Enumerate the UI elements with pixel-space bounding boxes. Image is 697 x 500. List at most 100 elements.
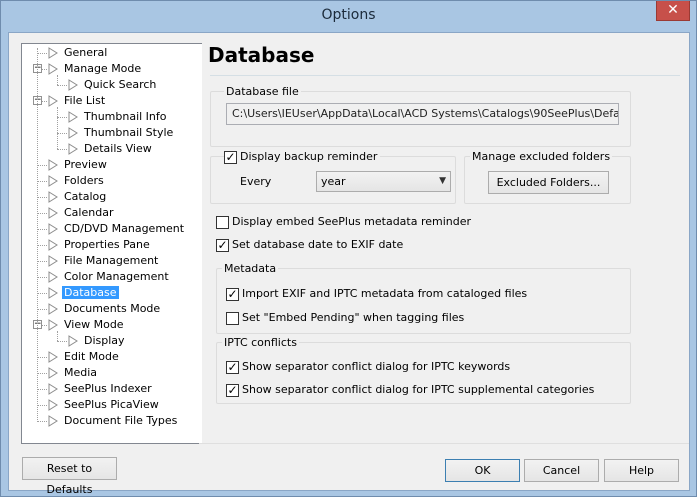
checkbox-label: Set database date to EXIF date bbox=[232, 238, 404, 251]
tree-connector bbox=[57, 341, 67, 342]
tree-item[interactable]: Color Management bbox=[48, 269, 171, 285]
tree-node-icon bbox=[48, 239, 58, 251]
tree-item[interactable]: Properties Pane bbox=[48, 237, 152, 253]
tree-item[interactable]: File Management bbox=[48, 253, 160, 269]
checkbox-label: Set "Embed Pending" when tagging files bbox=[242, 311, 465, 324]
tree-item[interactable]: Documents Mode bbox=[48, 301, 162, 317]
tree-item-label: Thumbnail Style bbox=[84, 126, 174, 139]
tree-item[interactable]: Calendar bbox=[48, 205, 115, 221]
tree-item-label: Properties Pane bbox=[64, 238, 150, 251]
embed-metadata-reminder-checkbox[interactable]: Display embed SeePlus metadata reminder bbox=[216, 215, 471, 231]
tree-item[interactable]: Details View bbox=[68, 141, 154, 157]
tree-spine bbox=[37, 48, 38, 422]
tree-connector bbox=[37, 165, 47, 166]
tree-item-label: Manage Mode bbox=[64, 62, 142, 75]
tree-item[interactable]: SeePlus Indexer bbox=[48, 381, 154, 397]
ok-button[interactable]: OK bbox=[445, 459, 520, 482]
cancel-button[interactable]: Cancel bbox=[524, 459, 599, 482]
tree-item[interactable]: CD/DVD Management bbox=[48, 221, 186, 237]
reset-to-defaults-button[interactable]: Reset to Defaults bbox=[22, 457, 117, 496]
tree-connector bbox=[37, 421, 47, 422]
tree-item[interactable]: Thumbnail Style bbox=[68, 125, 175, 141]
tree-item[interactable]: Media bbox=[48, 365, 99, 381]
tree-item[interactable]: General bbox=[48, 45, 109, 61]
checkbox-box[interactable] bbox=[216, 215, 229, 229]
checkbox-box[interactable] bbox=[226, 311, 239, 325]
tree-item[interactable]: Edit Mode bbox=[48, 349, 121, 365]
tree-node-icon bbox=[68, 143, 78, 155]
tree-item[interactable]: Preview bbox=[48, 157, 109, 173]
excluded-folders-label: Manage excluded folders bbox=[470, 150, 613, 163]
backup-frequency-value: year bbox=[321, 175, 346, 188]
excluded-folders-button[interactable]: Excluded Folders... bbox=[488, 171, 609, 194]
tree-item-label: View Mode bbox=[64, 318, 124, 331]
tree-connector bbox=[37, 197, 47, 198]
tree-item[interactable]: Document File Types bbox=[48, 413, 179, 429]
tree-node-icon bbox=[48, 255, 58, 267]
checkbox-box[interactable]: ✓ bbox=[216, 238, 229, 252]
checkbox-box[interactable]: ✓ bbox=[224, 150, 237, 164]
tree-node-icon bbox=[48, 175, 58, 187]
tree-item-label: Edit Mode bbox=[64, 350, 119, 363]
title-divider bbox=[210, 75, 680, 76]
close-button[interactable]: ✕ bbox=[656, 1, 690, 21]
tree-item[interactable]: Database bbox=[48, 285, 119, 301]
tree-item[interactable]: Quick Search bbox=[68, 77, 158, 93]
database-path-field[interactable]: C:\Users\IEUser\AppData\Local\ACD System… bbox=[226, 103, 619, 125]
tree-connector bbox=[37, 181, 47, 182]
backup-frequency-select[interactable]: year ▼ bbox=[316, 171, 451, 192]
tree-node-icon bbox=[48, 47, 58, 59]
dialog-client: General − Manage Mode Quick Search − File Lis… bbox=[8, 32, 690, 496]
tree-node-icon bbox=[48, 319, 58, 331]
checkbox-label: Display backup reminder bbox=[240, 150, 378, 163]
tree-node-icon bbox=[48, 191, 58, 203]
tree-item[interactable]: SeePlus PicaView bbox=[48, 397, 161, 413]
tree-item[interactable]: Manage Mode bbox=[48, 61, 143, 77]
tree-node-icon bbox=[68, 127, 78, 139]
tree-item-label: Quick Search bbox=[84, 78, 157, 91]
tree-item[interactable]: Catalog bbox=[48, 189, 108, 205]
checkbox-box[interactable]: ✓ bbox=[226, 360, 239, 374]
tree-item-label: Documents Mode bbox=[64, 302, 161, 315]
tree-node-icon bbox=[48, 223, 58, 235]
tree-item-label: Preview bbox=[64, 158, 107, 171]
tree-node-icon bbox=[48, 159, 58, 171]
embed-pending-checkbox[interactable]: Set "Embed Pending" when tagging files bbox=[226, 311, 464, 327]
settings-content: Database Database file C:\Users\IEUser\A… bbox=[202, 43, 686, 444]
checkbox-box[interactable]: ✓ bbox=[226, 383, 239, 397]
checkbox-label: Import EXIF and IPTC metadata from catal… bbox=[242, 287, 528, 300]
tree-connector bbox=[37, 405, 47, 406]
tree-item-label: CD/DVD Management bbox=[64, 222, 185, 235]
tree-item-label: File Management bbox=[64, 254, 159, 267]
options-tree: General − Manage Mode Quick Search − File Lis… bbox=[21, 43, 203, 444]
tree-item[interactable]: View Mode bbox=[48, 317, 126, 333]
tree-item[interactable]: Thumbnail Info bbox=[68, 109, 169, 125]
help-button[interactable]: Help bbox=[604, 459, 679, 482]
tree-connector bbox=[37, 261, 47, 262]
tree-node-icon bbox=[68, 111, 78, 123]
tree-connector bbox=[37, 389, 47, 390]
tree-item-label: Details View bbox=[84, 142, 152, 155]
title-bar[interactable]: Options ✕ bbox=[1, 1, 696, 32]
tree-item-label: General bbox=[64, 46, 108, 59]
checkbox-label: Show separator conflict dialog for IPTC … bbox=[242, 360, 511, 373]
close-icon: ✕ bbox=[667, 2, 679, 18]
iptc-keywords-checkbox[interactable]: ✓ Show separator conflict dialog for IPTC… bbox=[226, 360, 510, 376]
display-backup-reminder-checkbox[interactable]: ✓ Display backup reminder bbox=[224, 150, 381, 166]
tree-item-label: Calendar bbox=[64, 206, 114, 219]
tree-connector bbox=[57, 149, 67, 150]
options-window: Options ✕ General − Manage Mode Quick Searc… bbox=[0, 0, 697, 497]
checkbox-box[interactable]: ✓ bbox=[226, 287, 239, 301]
tree-child-spine bbox=[57, 107, 58, 149]
tree-connector bbox=[37, 309, 47, 310]
footer-divider bbox=[199, 443, 689, 444]
tree-item-label: Catalog bbox=[64, 190, 107, 203]
import-exif-checkbox[interactable]: ✓ Import EXIF and IPTC metadata from cata… bbox=[226, 287, 527, 303]
tree-connector bbox=[57, 117, 67, 118]
tree-item[interactable]: Folders bbox=[48, 173, 106, 189]
tree-connector bbox=[37, 213, 47, 214]
tree-item-label: SeePlus PicaView bbox=[64, 398, 159, 411]
set-exif-date-checkbox[interactable]: ✓ Set database date to EXIF date bbox=[216, 238, 403, 254]
tree-item[interactable]: Display bbox=[68, 333, 127, 349]
iptc-supplemental-checkbox[interactable]: ✓ Show separator conflict dialog for IPTC… bbox=[226, 383, 594, 399]
